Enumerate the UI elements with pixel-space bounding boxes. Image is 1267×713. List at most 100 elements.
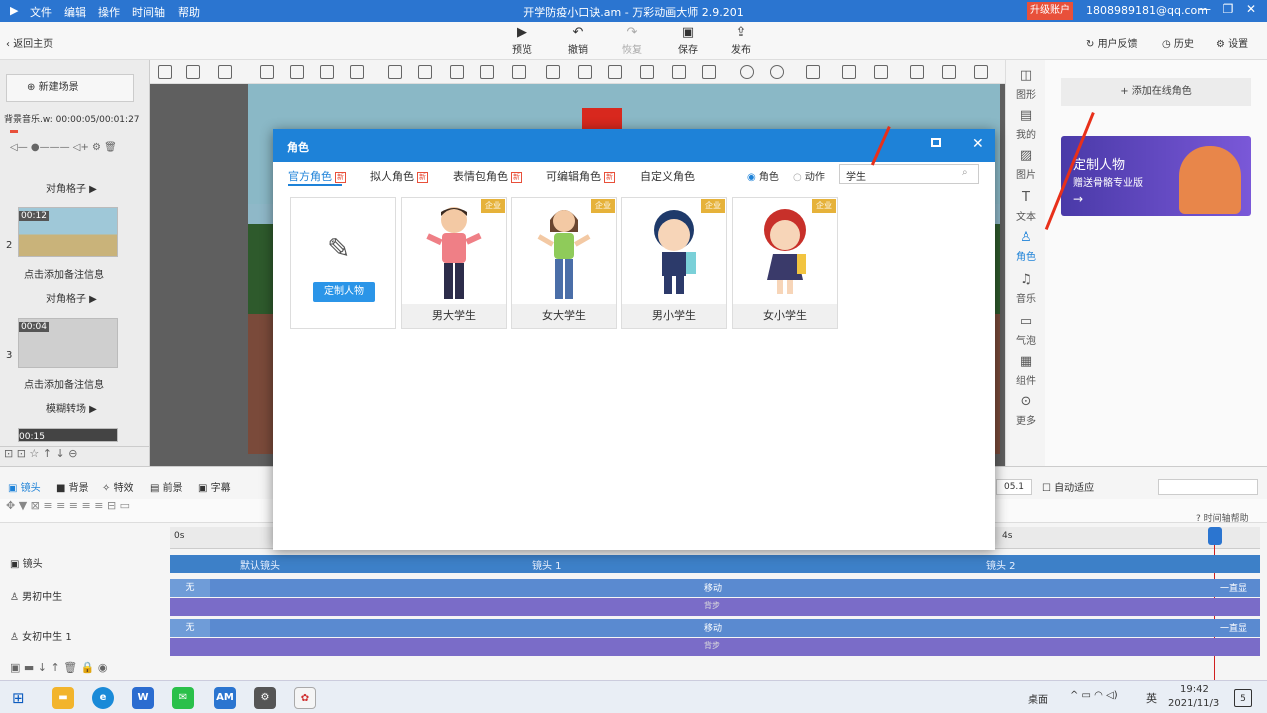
format-icon[interactable] [974, 65, 988, 79]
align-bottom-icon[interactable] [578, 65, 592, 79]
flip-icon[interactable] [672, 65, 686, 79]
tab-subtitle[interactable]: ▣ 字幕 [198, 479, 231, 494]
track-girl-header[interactable]: ♙ 女初中生 1 [0, 619, 170, 657]
tab-custom-roles[interactable]: 自定义角色 [640, 168, 695, 184]
text-category[interactable]: T 文本 [1006, 190, 1046, 223]
rotate-icon[interactable] [702, 65, 716, 79]
distribute-icon[interactable] [480, 65, 494, 79]
align-top-icon[interactable] [512, 65, 526, 79]
scene-3-transition[interactable]: 模糊转场 ▶ [46, 400, 97, 415]
account-email[interactable]: 1808989181@qq.com [1086, 4, 1208, 17]
home-icon[interactable] [186, 65, 200, 79]
scene-2-thumb[interactable]: 00:12 [18, 207, 118, 257]
search-icon[interactable]: ⌕ [962, 167, 968, 178]
align-icon[interactable] [158, 65, 172, 79]
playhead-handle[interactable] [1208, 527, 1222, 545]
spacing-icon[interactable] [640, 65, 654, 79]
copy-icon[interactable] [290, 65, 304, 79]
tab-camera[interactable]: ▣ 镜头 [8, 479, 41, 494]
track-camera-header[interactable]: ▣ 镜头 [0, 555, 170, 575]
align-right-icon[interactable] [608, 65, 622, 79]
timeline-zoom-slider[interactable] [1158, 479, 1258, 495]
custom-character-card[interactable]: ✎ 定制人物 [290, 197, 396, 329]
shape-category[interactable]: ◫ 图形 [1006, 68, 1046, 101]
radio-action[interactable]: ○ 动作 [793, 168, 825, 183]
component-category[interactable]: ▦ 组件 [1006, 354, 1046, 387]
edge-icon[interactable]: e [92, 687, 114, 709]
image-category[interactable]: ▨ 图片 [1006, 148, 1046, 181]
bubble-category[interactable]: ▭ 气泡 [1006, 314, 1046, 347]
publish-button[interactable]: ⇪ 发布 [723, 25, 759, 56]
undo-button[interactable]: ↶ 撤销 [560, 25, 596, 56]
bgm-controls[interactable]: ◁— ●——— ◁+ ⚙ 🗑 [10, 142, 138, 158]
redo-small-icon[interactable] [942, 65, 956, 79]
auto-fit-checkbox[interactable]: ☐ 自动适应 [1042, 479, 1094, 494]
track-boy-action[interactable]: 无 移动 一直显 [170, 579, 1260, 597]
lock-icon[interactable] [260, 65, 274, 79]
menu-edit[interactable]: 编辑 [64, 4, 86, 20]
role-card-female-pupil[interactable]: 企业 女小学生 [732, 197, 838, 329]
role-search-input[interactable]: 学生 ⌕ [839, 164, 979, 184]
scene-actions-bar[interactable]: ⊡ ⊡ ☆ ↑ ↓ ⊖ [0, 446, 150, 466]
role-category[interactable]: ♙ 角色 [1006, 230, 1046, 263]
track-camera-bar[interactable]: 默认镜头 镜头 1 镜头 2 [170, 555, 1260, 573]
clipboard-icon[interactable] [874, 65, 888, 79]
scene-3-thumb[interactable]: 00:04 [18, 318, 118, 368]
settings-button[interactable]: ⚙ 设置 [1216, 35, 1248, 50]
minus-icon[interactable] [218, 65, 232, 79]
file-explorer-icon[interactable]: ▬ [52, 687, 74, 709]
delete-icon[interactable] [320, 65, 334, 79]
scene-1-transition[interactable]: 对角格子 ▶ [46, 180, 97, 195]
close-icon[interactable]: ✕ [1242, 2, 1260, 16]
scene-4-thumb[interactable]: 00:15 [18, 428, 118, 442]
menu-file[interactable]: 文件 [30, 4, 52, 20]
save-button[interactable]: ▣ 保存 [670, 25, 706, 56]
upgrade-button[interactable]: 升级账户 [1027, 2, 1073, 20]
layer-icon[interactable] [350, 65, 364, 79]
notification-center[interactable]: 5 [1234, 689, 1252, 707]
app-logo[interactable]: ▶ [10, 4, 18, 17]
dialog-close-icon[interactable]: ✕ [972, 136, 984, 152]
wechat-icon[interactable]: ✉ [172, 687, 194, 709]
scene-2-transition[interactable]: 对角格子 ▶ [46, 290, 97, 305]
clock-date[interactable]: 2021/11/3 [1168, 698, 1219, 709]
windows-start-icon[interactable]: ⊞ [12, 689, 25, 707]
track-boy-header[interactable]: ♙ 男初中生 [0, 579, 170, 617]
scene-2-note[interactable]: 点击添加备注信息 [24, 266, 104, 281]
new-scene-button[interactable]: ⊕ 新建场景 [6, 74, 134, 102]
feedback-button[interactable]: ↻ 用户反馈 [1086, 35, 1138, 50]
tab-background[interactable]: ■ 背景 [56, 479, 89, 494]
bgm-progress[interactable] [10, 130, 18, 133]
undo-small-icon[interactable] [910, 65, 924, 79]
role-card-male-pupil[interactable]: 企业 男小学生 [621, 197, 727, 329]
tray-icons[interactable]: ^ ▭ ◠ ◁) [1070, 690, 1118, 701]
preview-button[interactable]: ▶ 预览 [504, 25, 540, 56]
restore-icon[interactable]: ❐ [1219, 2, 1237, 16]
timeline-help-link[interactable]: ? 时间轴帮助 [1196, 511, 1249, 524]
word-icon[interactable]: W [132, 687, 154, 709]
custom-character-banner[interactable]: 定制人物 赠送骨骼专业版 → [1061, 136, 1251, 216]
align-center-icon[interactable] [388, 65, 402, 79]
tab-emoji-roles[interactable]: 表情包角色新 [453, 168, 522, 184]
tab-editable-roles[interactable]: 可编辑角色新 [546, 168, 615, 184]
align-left-icon[interactable] [546, 65, 560, 79]
tab-effects[interactable]: ✧ 特效 [102, 479, 134, 494]
more-category[interactable]: ⊙ 更多 [1006, 394, 1046, 427]
minimize-icon[interactable]: — [1196, 2, 1214, 16]
active-app-icon[interactable]: ✿ [294, 687, 316, 709]
menu-timeline[interactable]: 时间轴 [132, 4, 165, 20]
tab-foreground[interactable]: ▤ 前景 [150, 479, 183, 494]
scene-3-note[interactable]: 点击添加备注信息 [24, 376, 104, 391]
lock-ratio-icon[interactable] [806, 65, 820, 79]
music-category[interactable]: ♫ 音乐 [1006, 272, 1046, 305]
maximize-icon[interactable] [931, 138, 941, 147]
menu-operate[interactable]: 操作 [98, 4, 120, 20]
settings-app-icon[interactable]: ⚙ [254, 687, 276, 709]
track-girl-sub[interactable]: 背步 [170, 638, 1260, 656]
radio-role[interactable]: ◉ 角色 [747, 168, 779, 183]
input-language[interactable]: 英 [1146, 690, 1157, 706]
tab-official-roles[interactable]: 官方角色新 [288, 168, 346, 184]
animation-app-icon[interactable]: AM [214, 687, 236, 709]
back-home-button[interactable]: ‹ 返回主页 [6, 35, 53, 50]
clock-time[interactable]: 19:42 [1180, 684, 1209, 695]
